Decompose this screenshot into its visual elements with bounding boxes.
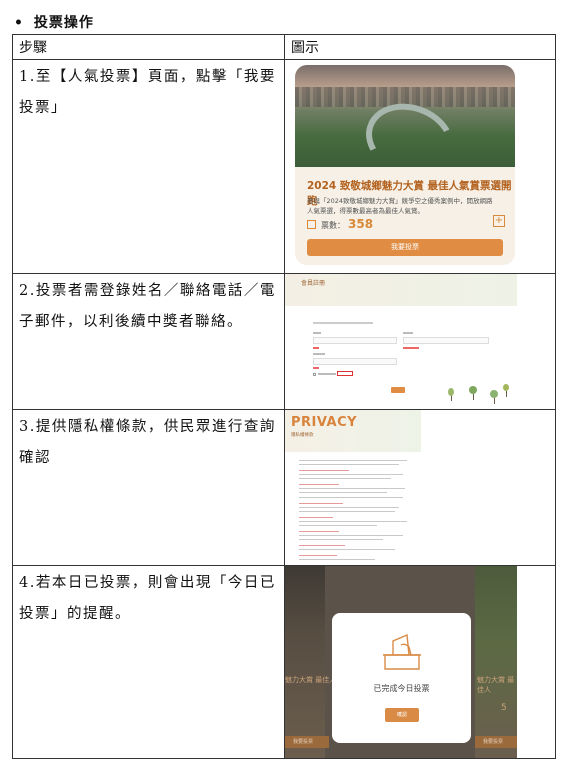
- table-row: 2.投票者需登錄姓名／聯絡電話／電子郵件，以利後續中獎者聯絡。 會員註冊: [12, 273, 556, 410]
- privacy-subtitle: 隱私權條款: [291, 433, 314, 438]
- step-4-text: 4.若本日已投票，則會出現「今日已投票」的提醒。: [19, 575, 276, 622]
- bg-left-photo: [285, 566, 325, 758]
- votes-label: 票數：: [321, 221, 345, 230]
- plus-icon[interactable]: +: [493, 215, 505, 227]
- name-field[interactable]: [313, 337, 397, 344]
- privacy-link-highlight[interactable]: [337, 371, 353, 376]
- modal-screen: 魅力大賞 最佳人 魅力大賞 最佳人 5 我要投票 我要投票 已完成今日投票 確認: [285, 566, 517, 758]
- phone-field[interactable]: [403, 337, 489, 344]
- vote-count: 票數： 358: [307, 217, 373, 231]
- section-title: • 投票操作: [14, 12, 94, 32]
- privacy-page: PRIVACY 隱私權條款: [285, 410, 421, 565]
- table-row: 3.提供隱私權條款，供民眾進行查詢確認 PRIVACY 隱私權條款: [12, 409, 556, 566]
- header-illustration: 圖示: [284, 34, 556, 60]
- steps-table: 步驟 圖示 1.至【人氣投票】頁面，點擊「我要投票」 2024 致敬城鄉魅力大賞…: [12, 34, 556, 759]
- voted-message: 已完成今日投票: [373, 684, 430, 693]
- screenshot-privacy: PRIVACY 隱私權條款: [284, 409, 556, 566]
- screenshot-voted-modal: 魅力大賞 最佳人 魅力大賞 最佳人 5 我要投票 我要投票 已完成今日投票 確認: [284, 565, 556, 759]
- table-row: 4.若本日已投票，則會出現「今日已投票」的提醒。 魅力大賞 最佳人 魅力大賞 最…: [12, 565, 556, 759]
- checkbox-icon: [307, 220, 316, 229]
- confirm-button[interactable]: 確認: [385, 708, 419, 722]
- peek-left-title: 魅力大賞 最佳人: [285, 676, 337, 684]
- peek-number: 5: [501, 703, 507, 713]
- vote-button[interactable]: 我要投票: [307, 239, 503, 256]
- vote-card: 2024 致敬城鄉魅力大賞 最佳人氣賞票選開跑 參與「2024致敬城鄉魅力大賞」…: [295, 65, 515, 265]
- peek-right-vote-button: 我要投票: [475, 736, 517, 748]
- register-form: 會員註冊: [285, 274, 517, 409]
- step-1-text: 1.至【人氣投票】頁面，點擊「我要投票」: [19, 69, 276, 116]
- bg-right-photo: [475, 566, 517, 758]
- voted-modal: 已完成今日投票 確認: [332, 613, 471, 743]
- aerial-photo: [295, 65, 515, 189]
- screenshot-vote-card: 2024 致敬城鄉魅力大賞 最佳人氣賞票選開跑 參與「2024致敬城鄉魅力大賞」…: [284, 59, 556, 274]
- step-2-text: 2.投票者需登錄姓名／聯絡電話／電子郵件，以利後續中獎者聯絡。: [19, 283, 276, 330]
- privacy-title: PRIVACY: [291, 415, 358, 430]
- votes-value: 358: [348, 217, 374, 231]
- bullet: •: [14, 15, 24, 31]
- ballot-box-icon: [383, 633, 421, 670]
- table-row: 1.至【人氣投票】頁面，點擊「我要投票」 2024 致敬城鄉魅力大賞 最佳人氣賞…: [12, 59, 556, 274]
- step-3-text: 3.提供隱私權條款，供民眾進行查詢確認: [19, 419, 276, 466]
- submit-button[interactable]: [391, 387, 405, 393]
- form-title: 會員註冊: [301, 280, 326, 287]
- table-header-row: 步驟 圖示: [12, 34, 556, 60]
- section-title-text: 投票操作: [33, 15, 94, 31]
- card-description: 參與「2024致敬城鄉魅力大賞」競爭空之優秀案例中，開放網路人氣票選，得票數最高…: [307, 197, 493, 215]
- email-field[interactable]: [313, 358, 397, 365]
- screenshot-register-form: 會員註冊: [284, 273, 556, 410]
- peek-right-title: 魅力大賞 最佳人: [477, 676, 515, 694]
- header-step: 步驟: [12, 34, 285, 60]
- peek-left-vote-button: 我要投票: [285, 736, 329, 748]
